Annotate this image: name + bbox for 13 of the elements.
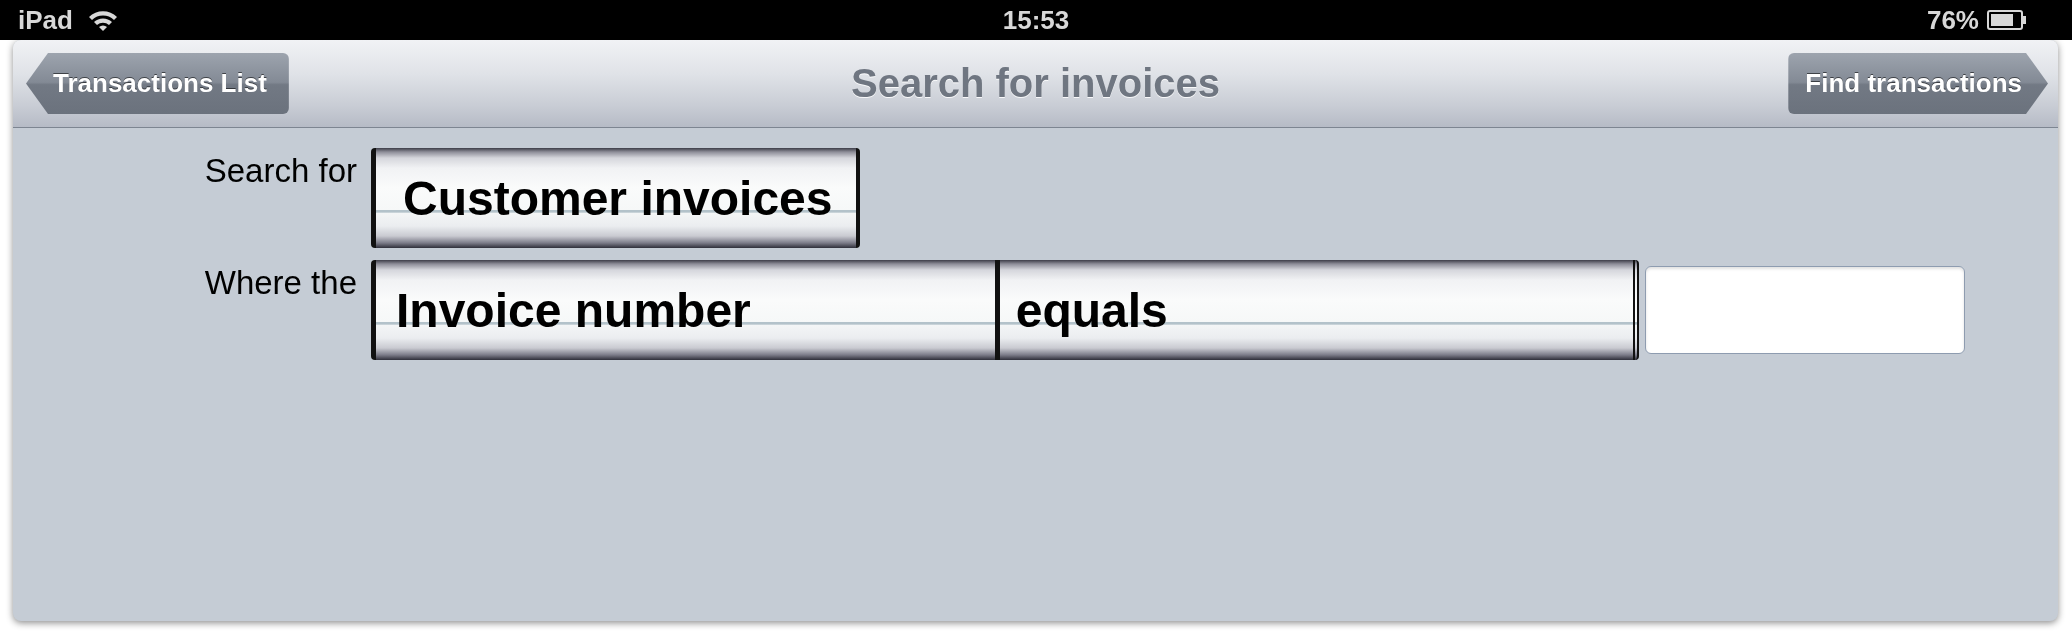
device-name: iPad <box>18 5 73 35</box>
field-label: Where the <box>204 263 357 302</box>
picker-wheel[interactable]: Invoice number <box>371 260 995 360</box>
clock: 15:53 <box>1002 5 1070 35</box>
back-button[interactable]: Transactions List <box>26 53 289 114</box>
forward-button[interactable]: Find transactions <box>1788 53 2048 114</box>
battery-percentage: 76% <box>1926 5 1979 35</box>
value-field[interactable] <box>1645 266 1965 354</box>
picker-wheel[interactable]: Customer invoices <box>371 148 861 248</box>
picker-wheel[interactable]: equals <box>994 260 1639 360</box>
battery-icon <box>1987 10 2027 30</box>
screen-title: Search for invoices <box>850 61 1220 106</box>
field-label: Search for <box>204 151 357 190</box>
